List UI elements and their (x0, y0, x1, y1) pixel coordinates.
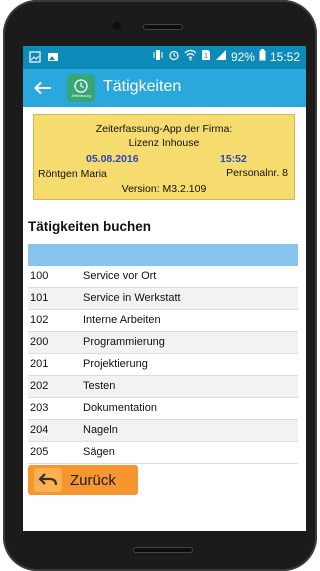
activity-row[interactable]: 205 Sägen (28, 442, 298, 464)
info-box: Zeiterfassung-App der Firma: Lizenz Inho… (33, 114, 295, 200)
photo-icon (47, 51, 59, 63)
back-button[interactable]: Zurück (28, 465, 138, 495)
activity-description: Programmierung (83, 336, 165, 348)
svg-text:1: 1 (204, 53, 208, 60)
activity-description: Nageln (83, 424, 118, 436)
activity-code: 205 (30, 446, 49, 458)
activity-code: 100 (30, 270, 49, 282)
company-line: Zeiterfassung-App der Firma: (95, 123, 233, 135)
front-camera (113, 22, 121, 30)
svg-text:Zeiterfassung: Zeiterfassung (71, 94, 91, 98)
activity-row[interactable]: 203 Dokumentation (28, 398, 298, 420)
undo-arrow-icon (34, 468, 62, 492)
clock-icon: Zeiterfassung (71, 79, 91, 98)
battery-icon (259, 49, 266, 64)
activity-description: Testen (83, 380, 116, 392)
vibrate-icon (152, 49, 164, 64)
activity-code: 203 (30, 402, 49, 414)
status-time: 15:52 (269, 49, 300, 64)
activity-description: Service vor Ort (83, 270, 157, 282)
wifi-icon (184, 49, 197, 64)
activity-code: 101 (30, 292, 49, 304)
activity-description: Projektierung (83, 358, 148, 370)
app-logo: Zeiterfassung (67, 74, 95, 102)
page-title: Tätigkeiten (103, 78, 182, 95)
screen: 1 92% 15:52 Zeiterfassung Tätigkeiten Ze… (23, 46, 306, 531)
back-arrow-button[interactable] (31, 77, 55, 99)
activity-row[interactable]: 204 Nageln (28, 420, 298, 442)
arrow-left-icon (34, 81, 51, 95)
activity-row[interactable]: 102 Interne Arbeiten (28, 310, 298, 332)
activity-description: Interne Arbeiten (83, 314, 161, 326)
activity-row[interactable]: 100 Service vor Ort (28, 266, 298, 288)
alarm-icon (168, 49, 180, 64)
personal-number: Personalnr. 8 (226, 167, 288, 179)
status-icons-left (29, 51, 59, 63)
bottom-area (23, 501, 306, 531)
activity-code: 202 (30, 380, 49, 392)
bottom-speaker (133, 547, 193, 553)
battery-percentage: 92% (230, 49, 255, 64)
status-bar: 1 92% 15:52 (23, 46, 306, 69)
sim-icon: 1 (201, 49, 211, 64)
signal-icon (215, 49, 227, 64)
table-header (28, 244, 298, 266)
current-time: 15:52 (220, 153, 247, 165)
section-title: Tätigkeiten buchen (28, 219, 152, 234)
license-line: Lizenz Inhouse (128, 137, 200, 149)
employee-name: Röntgen Maria (38, 168, 107, 180)
gallery-icon (29, 51, 41, 63)
activity-list: 100 Service vor Ort 101 Service in Werksta… (28, 266, 298, 464)
activity-code: 102 (30, 314, 49, 326)
activity-code: 200 (30, 336, 49, 348)
activity-row[interactable]: 201 Projektierung (28, 354, 298, 376)
activity-description: Service in Werkstatt (83, 292, 181, 304)
activity-description: Dokumentation (83, 402, 157, 414)
phone-frame: 1 92% 15:52 Zeiterfassung Tätigkeiten Ze… (3, 0, 317, 571)
activity-row[interactable]: 202 Testen (28, 376, 298, 398)
status-icons-right: 1 92% 15:52 (152, 49, 300, 64)
activity-code: 204 (30, 424, 49, 436)
earpiece-speaker (143, 24, 183, 30)
activities-table: 100 Service vor Ort 101 Service in Werksta… (28, 244, 298, 464)
activity-code: 201 (30, 358, 49, 370)
activity-row[interactable]: 200 Programmierung (28, 332, 298, 354)
activity-description: Sägen (83, 446, 115, 458)
activity-row[interactable]: 101 Service in Werkstatt (28, 288, 298, 310)
app-bar: Zeiterfassung Tätigkeiten (23, 69, 306, 107)
current-date: 05.08.2016 (86, 153, 139, 165)
back-button-label: Zurück (70, 471, 116, 489)
app-version: Version: M3.2.109 (121, 183, 207, 195)
